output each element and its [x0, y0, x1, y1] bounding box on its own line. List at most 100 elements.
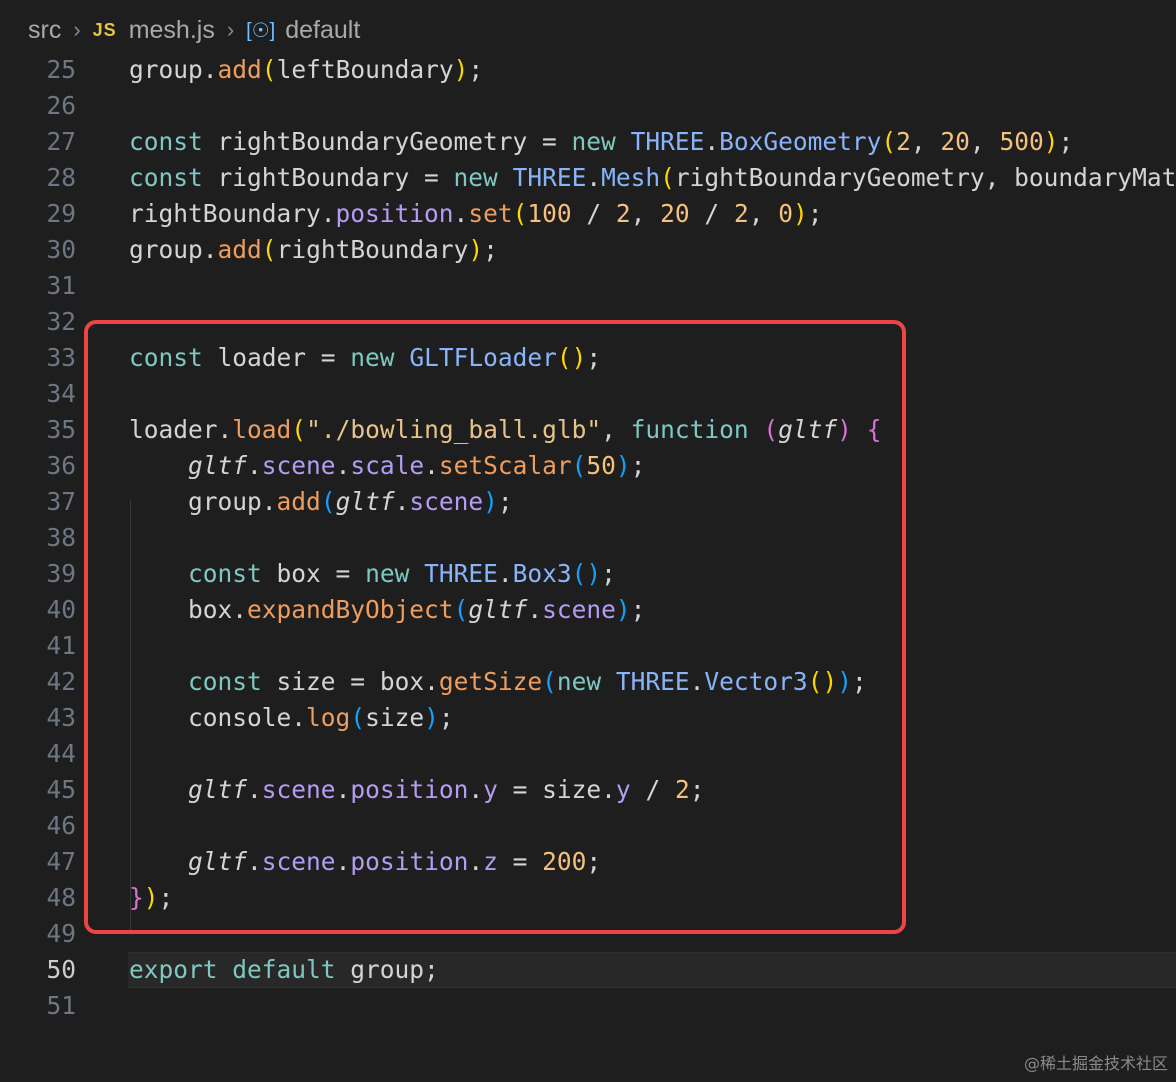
code-token: . — [704, 127, 720, 156]
code-line[interactable]: 27 const rightBoundaryGeometry = new THRE… — [0, 124, 1176, 160]
code-token: set — [468, 199, 513, 228]
code-token: () — [556, 343, 587, 372]
code-line[interactable]: 37 group.add(gltf.scene); — [0, 484, 1176, 520]
code-line[interactable]: 38 — [0, 520, 1176, 556]
code-token: = — [335, 559, 351, 588]
code-text: export default group; — [129, 952, 439, 988]
breadcrumb-symbol[interactable]: default — [285, 16, 360, 45]
code-line[interactable]: 42 const size = box.getSize(new THREE.Ve… — [0, 664, 1176, 700]
code-token: group — [129, 55, 203, 84]
line-number: 31 — [46, 271, 76, 300]
code-token: 500 — [999, 127, 1044, 156]
code-token: gltf — [468, 595, 528, 624]
code-token: new — [556, 667, 616, 696]
line-number: 37 — [46, 487, 76, 516]
code-text: const rightBoundaryGeometry = new THREE.… — [129, 124, 1073, 160]
code-line[interactable]: 39 const box = new THREE.Box3(); — [0, 556, 1176, 592]
code-token: . — [261, 487, 277, 516]
code-token: new — [438, 163, 513, 192]
line-number: 28 — [46, 163, 76, 192]
code-line[interactable]: 26 — [0, 88, 1176, 124]
code-text: rightBoundary.position.set(100 / 2, 20 /… — [129, 196, 823, 232]
code-line[interactable]: 51 — [0, 988, 1176, 1024]
line-number: 50 — [46, 955, 76, 984]
code-token: ; — [1058, 127, 1074, 156]
code-token: . — [202, 55, 218, 84]
code-text: const box = new THREE.Box3(); — [129, 556, 616, 592]
code-token: ) — [424, 703, 439, 732]
code-token: size — [542, 775, 602, 804]
code-line[interactable]: 34 — [0, 376, 1176, 412]
code-token: . — [527, 595, 543, 624]
code-line[interactable]: 44 — [0, 736, 1176, 772]
code-line[interactable]: 35 loader.load("./bowling_ball.glb", func… — [0, 412, 1176, 448]
code-text: gltf.scene.position.y = size.y / 2; — [129, 772, 704, 808]
code-line[interactable]: 41 — [0, 628, 1176, 664]
code-token: ; — [630, 451, 646, 480]
line-number: 43 — [46, 703, 76, 732]
code-token: 20 — [940, 127, 970, 156]
code-token: ; — [483, 235, 498, 264]
code-token: . — [468, 775, 484, 804]
code-line[interactable]: 32 — [0, 304, 1176, 340]
code-text: console.log(size); — [129, 700, 454, 736]
code-token: 2 — [674, 775, 690, 804]
line-number: 40 — [46, 595, 76, 624]
code-token: y — [483, 775, 498, 804]
code-token: ; — [601, 559, 616, 588]
code-line[interactable]: 45 gltf.scene.position.y = size.y / 2; — [0, 772, 1176, 808]
code-line[interactable]: 49 — [0, 916, 1176, 952]
line-number: 38 — [46, 523, 76, 552]
code-token: export — [129, 955, 218, 984]
code-token: setScalar — [438, 451, 572, 480]
code-line[interactable]: 29 rightBoundary.position.set(100 / 2, 20… — [0, 196, 1176, 232]
code-token: ) — [615, 451, 631, 480]
code-line[interactable]: 28 const rightBoundary = new THREE.Mesh(r… — [0, 160, 1176, 196]
code-token: . — [335, 451, 351, 480]
code-line[interactable]: 40 box.expandByObject(gltf.scene); — [0, 592, 1176, 628]
code-line[interactable]: 46 — [0, 808, 1176, 844]
code-line[interactable]: 48}); — [0, 880, 1176, 916]
code-token: . — [335, 775, 351, 804]
code-token: size — [365, 703, 425, 732]
code-token: gltf — [188, 451, 248, 480]
code-text: const size = box.getSize(new THREE.Vecto… — [129, 664, 867, 700]
code-token: = — [350, 667, 366, 696]
code-line[interactable]: 43 console.log(size); — [0, 700, 1176, 736]
code-token: box — [261, 559, 336, 588]
code-token: 2 — [615, 199, 631, 228]
code-line[interactable]: 31 — [0, 268, 1176, 304]
code-line[interactable]: 30 group.add(rightBoundary); — [0, 232, 1176, 268]
line-number: 42 — [46, 667, 76, 696]
line-number: 46 — [46, 811, 76, 840]
code-editor[interactable]: 25 group.add(leftBoundary); 26 27 const righ… — [0, 52, 1176, 1042]
code-line[interactable]: 47 gltf.scene.position.z = 200; — [0, 844, 1176, 880]
line-number: 39 — [46, 559, 76, 588]
line-number: 33 — [46, 343, 76, 372]
code-line[interactable]: 50 export default group; — [0, 952, 1176, 988]
code-line[interactable]: 25 group.add(leftBoundary); — [0, 52, 1176, 88]
code-token: ; — [158, 883, 174, 912]
code-token: ; — [689, 775, 705, 804]
code-token: . — [601, 775, 616, 804]
code-token: THREE — [630, 127, 705, 156]
code-token: loader — [129, 415, 218, 444]
code-token: = — [424, 163, 439, 192]
breadcrumb-file[interactable]: mesh.js — [129, 16, 215, 45]
breadcrumb-folder[interactable]: src — [28, 16, 61, 45]
code-token: rightBoundary — [276, 235, 469, 264]
code-token: ) — [792, 199, 808, 228]
code-token: group — [129, 235, 203, 264]
code-line[interactable]: 36 gltf.scene.scale.setScalar(50); — [0, 448, 1176, 484]
code-line[interactable]: 33 const loader = new GLTFLoader(); — [0, 340, 1176, 376]
code-token: ( — [512, 199, 528, 228]
code-token: Mesh — [601, 163, 661, 192]
line-number: 32 — [46, 307, 76, 336]
code-token: getSize — [438, 667, 543, 696]
code-token: . — [424, 451, 439, 480]
code-token: const — [188, 559, 262, 588]
